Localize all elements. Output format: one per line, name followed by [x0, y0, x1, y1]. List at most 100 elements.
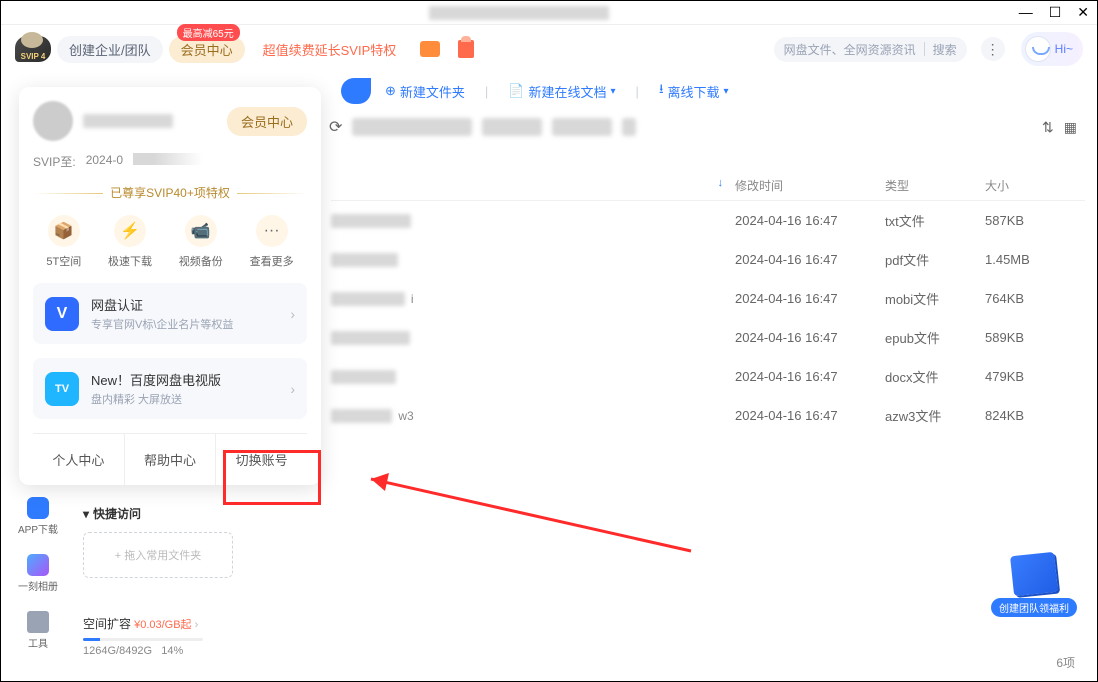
album-button[interactable]: 一刻相册 — [18, 554, 58, 593]
help-center-button[interactable]: 帮助中心 — [124, 434, 216, 485]
tv-icon: TV — [45, 372, 79, 406]
avatar-face-icon — [1025, 36, 1051, 62]
promo-badge: 最高减65元 — [177, 24, 240, 41]
table-row[interactable]: i2024-04-16 16:47mobi文件764KB — [331, 279, 1085, 318]
feature-icon: ⚡ — [114, 215, 146, 247]
arrow-annotation — [321, 441, 701, 561]
gift-icon[interactable] — [458, 40, 474, 58]
card-title: New！百度网盘电视版 — [91, 370, 221, 389]
divider — [924, 42, 925, 56]
quick-access-section: ▾快捷访问 + 拖入常用文件夹 — [83, 505, 233, 578]
offline-download-button[interactable]: ⭳离线下载▾ — [659, 80, 729, 102]
personal-center-button[interactable]: 个人中心 — [33, 434, 124, 485]
path-blur — [622, 118, 636, 136]
search-button[interactable]: 搜索 — [933, 41, 957, 58]
item-count-label: 6项 — [1056, 654, 1075, 671]
close-button[interactable]: ✕ — [1077, 4, 1089, 21]
topbar: SVIP 4 创建企业/团队 最高减65元 会员中心 超值续费延长SVIP特权 … — [1, 25, 1097, 73]
chevron-right-icon: › — [290, 306, 295, 322]
table-row[interactable]: 2024-04-16 16:47epub文件589KB — [331, 318, 1085, 357]
storage-section[interactable]: 空间扩容 ¥0.03/GB起 › 1264G/8492G 14% — [83, 615, 203, 657]
gamepad-icon[interactable] — [420, 41, 440, 57]
card-subtitle: 盘内精彩 大屏放送 — [91, 391, 221, 407]
app-download-button[interactable]: APP下载 — [18, 497, 58, 536]
path-blur — [352, 118, 472, 136]
create-team-button[interactable]: 创建企业/团队 — [57, 36, 163, 63]
card-title: 网盘认证 — [91, 295, 233, 314]
renew-svip-link[interactable]: 超值续费延长SVIP特权 — [251, 36, 409, 63]
table-header: ↓ 修改时间 类型 大小 — [331, 171, 1085, 201]
search-box[interactable]: 网盘文件、全网资源资讯 搜索 — [774, 37, 967, 62]
date-blur — [133, 153, 203, 165]
v-badge-icon: V — [45, 297, 79, 331]
box-icon — [1010, 552, 1058, 596]
chevron-down-icon: ▾ — [724, 86, 729, 97]
phone-icon — [27, 497, 49, 519]
action-bubble-icon — [341, 78, 371, 104]
float-promo-widget[interactable]: 创建团队领福利 — [991, 554, 1077, 617]
table-row[interactable]: 2024-04-16 16:47txt文件587KB — [331, 201, 1085, 240]
album-icon — [27, 554, 49, 576]
view-switcher: ⇅ ▦ — [1042, 119, 1077, 136]
file-table: ↓ 修改时间 类型 大小 2024-04-16 16:47txt文件587KB2… — [331, 171, 1085, 435]
more-menu-button[interactable]: ⋮ — [981, 37, 1005, 61]
verify-card[interactable]: V 网盘认证 专享官网V标\企业名片等权益 › — [33, 283, 307, 344]
col-name-sort[interactable]: ↓ — [331, 177, 735, 194]
grid-icon — [27, 611, 49, 633]
user-dropdown-panel: 会员中心 SVIP至: 2024-0 已尊享SVIP40+项特权 📦5T空间 ⚡极… — [19, 87, 321, 485]
card-subtitle: 专享官网V标\企业名片等权益 — [91, 316, 233, 332]
separator: | — [636, 84, 639, 99]
feature-icon: ··· — [256, 215, 288, 247]
path-blur — [552, 118, 612, 136]
feature-icon: 📹 — [185, 215, 217, 247]
minimize-button[interactable]: — — [1019, 4, 1033, 21]
sort-icon[interactable]: ⇅ — [1042, 119, 1054, 136]
col-date[interactable]: 修改时间 — [735, 177, 885, 194]
svip-avatar-badge[interactable]: SVIP 4 — [15, 36, 51, 62]
tv-card[interactable]: TV New！百度网盘电视版 盘内精彩 大屏放送 › — [33, 358, 307, 419]
search-placeholder: 网盘文件、全网资源资讯 — [784, 41, 916, 58]
chevron-down-icon: ▾ — [83, 507, 89, 521]
username-blur — [83, 114, 173, 128]
new-online-doc-button[interactable]: 📄新建在线文档▾ — [508, 82, 615, 101]
member-center-pill[interactable]: 会员中心 — [227, 107, 307, 136]
path-blur — [482, 118, 542, 136]
user-avatar[interactable] — [33, 101, 73, 141]
col-type[interactable]: 类型 — [885, 177, 985, 194]
chevron-down-icon: ▾ — [611, 86, 616, 97]
user-row: 会员中心 — [33, 101, 307, 141]
chevron-right-icon: › — [290, 381, 295, 397]
table-row[interactable]: 2024-04-16 16:47docx文件479KB — [331, 357, 1085, 396]
assistant-avatar[interactable]: Hi~ — [1021, 32, 1083, 66]
feature-item[interactable]: ⚡极速下载 — [108, 215, 152, 269]
feature-item[interactable]: 📦5T空间 — [46, 215, 81, 269]
switch-account-button[interactable]: 切换账号 — [215, 434, 307, 485]
feature-item[interactable]: 📹视频备份 — [179, 215, 223, 269]
left-sidebar: APP下载 一刻相册 工具 — [13, 497, 63, 650]
plus-circle-icon: ⊕ — [385, 83, 396, 99]
tools-button[interactable]: 工具 — [27, 611, 49, 650]
new-folder-button[interactable]: ⊕新建文件夹 — [385, 82, 465, 101]
quick-access-title[interactable]: ▾快捷访问 — [83, 505, 233, 522]
quick-access-dropzone[interactable]: + 拖入常用文件夹 — [83, 532, 233, 578]
promo-badge: 创建团队领福利 — [991, 598, 1077, 617]
feature-item[interactable]: ···查看更多 — [250, 215, 294, 269]
download-icon: ⭳ — [659, 80, 664, 102]
col-size[interactable]: 大小 — [985, 177, 1085, 194]
feature-grid: 📦5T空间 ⚡极速下载 📹视频备份 ···查看更多 — [33, 215, 307, 269]
grid-view-icon[interactable]: ▦ — [1064, 119, 1077, 136]
storage-bar — [83, 638, 203, 641]
svip-privileges-title: 已尊享SVIP40+项特权 — [33, 184, 307, 201]
maximize-button[interactable]: ☐ — [1049, 4, 1062, 21]
window-controls: — ☐ ✕ — [1019, 4, 1089, 21]
refresh-button[interactable]: ⟳ — [329, 117, 342, 137]
svip-expiry-line: SVIP至: 2024-0 — [33, 153, 307, 170]
title-blur — [429, 6, 609, 20]
table-row[interactable]: 2024-04-16 16:47pdf文件1.45MB — [331, 240, 1085, 279]
titlebar: — ☐ ✕ — [1, 1, 1097, 25]
member-center-button[interactable]: 最高减65元 会员中心 — [169, 36, 245, 63]
table-row[interactable]: w32024-04-16 16:47azw3文件824KB — [331, 396, 1085, 435]
panel-footer: 个人中心 帮助中心 切换账号 — [33, 433, 307, 485]
separator: | — [485, 84, 488, 99]
doc-plus-icon: 📄 — [508, 83, 524, 99]
